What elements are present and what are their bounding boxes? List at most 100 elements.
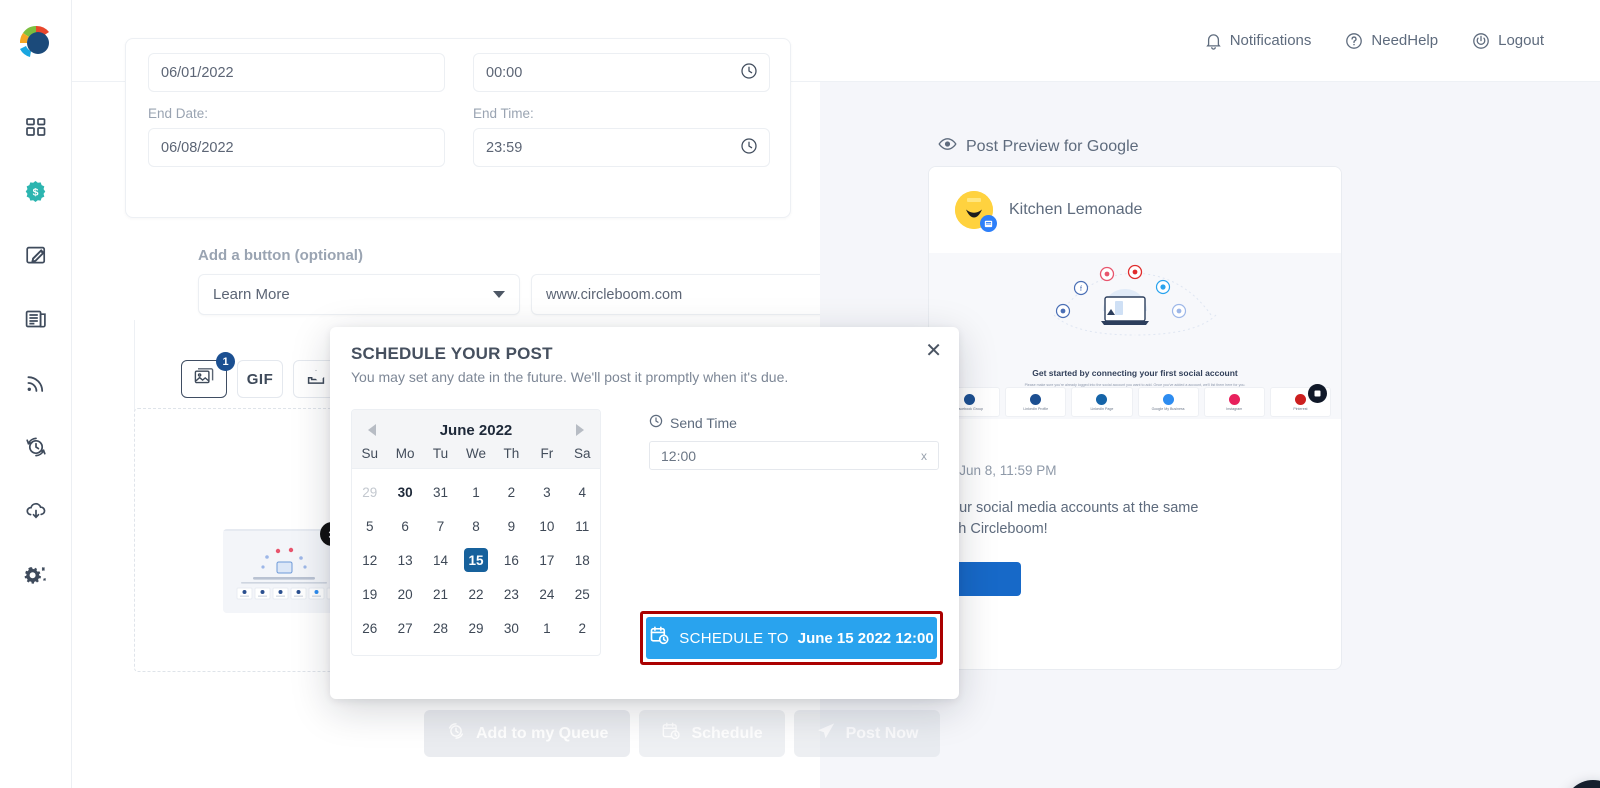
pencil-square-icon xyxy=(24,243,48,267)
calendar-day[interactable]: 14 xyxy=(423,543,458,577)
calendar-day[interactable]: 5 xyxy=(352,509,387,543)
list-item-label: LinkedIn Profile xyxy=(1023,407,1048,411)
cloud-download-icon xyxy=(24,500,48,522)
button-url-input[interactable]: www.circleboom.com xyxy=(531,274,848,315)
calendar-day[interactable]: 11 xyxy=(565,509,600,543)
button-type-value: Learn More xyxy=(213,286,290,303)
newspaper-icon xyxy=(24,308,48,330)
calendar-day[interactable]: 21 xyxy=(423,577,458,611)
add-to-queue-button[interactable]: Add to my Queue xyxy=(424,710,630,757)
end-date-input[interactable]: 06/08/2022 xyxy=(148,128,445,167)
start-time-input[interactable]: 00:00 xyxy=(473,53,770,92)
schedule-to-highlight: SCHEDULE TO June 15 2022 12:00 xyxy=(640,611,943,665)
list-item: LinkedIn Profile xyxy=(1005,387,1066,417)
calendar-day[interactable]: 20 xyxy=(387,577,422,611)
chevron-down-icon xyxy=(493,291,505,298)
calendar-day[interactable]: 15 xyxy=(458,543,493,577)
clock-icon[interactable] xyxy=(740,62,758,84)
eye-icon xyxy=(938,137,957,156)
calendar-prev-month-button[interactable] xyxy=(368,424,376,436)
media-tab-gif[interactable]: GIF xyxy=(237,360,283,398)
calendar-weekday-row: Su Mo Tu We Th Fr Sa xyxy=(352,444,600,468)
calendar-day[interactable]: 16 xyxy=(494,543,529,577)
schedule-label: Schedule xyxy=(691,725,762,743)
calendar-day[interactable]: 2 xyxy=(494,475,529,509)
calendar-day[interactable]: 30 xyxy=(494,611,529,645)
sidebar-nav: $ xyxy=(0,110,71,592)
calendar-day[interactable]: 22 xyxy=(458,577,493,611)
calendar-day[interactable]: 3 xyxy=(529,475,564,509)
power-icon xyxy=(1472,32,1490,50)
calendar-day[interactable]: 2 xyxy=(565,611,600,645)
end-time-input[interactable]: 23:59 xyxy=(473,128,770,167)
schedule-to-value: June 15 2022 12:00 xyxy=(798,630,934,647)
sidebar-item-rss[interactable] xyxy=(16,366,56,400)
schedule-button[interactable]: Schedule xyxy=(639,710,784,757)
calendar-day[interactable]: 17 xyxy=(529,543,564,577)
media-tab-gif-label: GIF xyxy=(247,371,274,388)
add-button-section: Add a button (optional) Learn More www.c… xyxy=(198,247,870,315)
sidebar-item-queue[interactable] xyxy=(16,430,56,464)
send-time-clear-button[interactable]: x xyxy=(921,449,927,463)
calendar-day[interactable]: 23 xyxy=(494,577,529,611)
calendar-day[interactable]: 31 xyxy=(423,475,458,509)
calendar-day[interactable]: 12 xyxy=(352,543,387,577)
sidebar-item-content[interactable] xyxy=(16,302,56,336)
preview-options-button[interactable] xyxy=(1308,384,1327,403)
calendar-day[interactable]: 19 xyxy=(352,577,387,611)
google-business-badge-icon xyxy=(980,215,997,232)
calendar-day[interactable]: 29 xyxy=(458,611,493,645)
button-type-select[interactable]: Learn More xyxy=(198,274,520,315)
add-to-queue-label: Add to my Queue xyxy=(476,725,608,743)
calendar-day[interactable]: 9 xyxy=(494,509,529,543)
need-help-link[interactable]: NeedHelp xyxy=(1345,32,1438,50)
preview-post-text-line2: ith Circleboom! xyxy=(951,519,1319,540)
calendar-day[interactable]: 13 xyxy=(387,543,422,577)
calendar-day[interactable]: 25 xyxy=(565,577,600,611)
send-time-input[interactable]: 12:00 x xyxy=(649,441,939,470)
calendar-day[interactable]: 28 xyxy=(423,611,458,645)
media-tab-image[interactable]: 1 xyxy=(181,360,227,398)
post-now-button[interactable]: Post Now xyxy=(794,710,941,757)
list-item-label: Instagram xyxy=(1226,407,1242,411)
calendar-next-month-button[interactable] xyxy=(576,424,584,436)
calendar-day[interactable]: 29 xyxy=(352,475,387,509)
end-time-value: 23:59 xyxy=(486,140,522,156)
sidebar-item-pricing[interactable]: $ xyxy=(16,174,56,208)
preview-cta-button[interactable] xyxy=(951,562,1021,596)
sidebar-item-cloud[interactable] xyxy=(16,494,56,528)
list-item: LinkedIn Page xyxy=(1071,387,1132,417)
instagram-icon xyxy=(1229,394,1240,405)
preview-post-date: - Jun 8, 11:59 PM xyxy=(951,463,1319,478)
logout-link[interactable]: Logout xyxy=(1472,32,1544,50)
app-logo-icon[interactable] xyxy=(16,22,56,62)
calendar-day[interactable]: 1 xyxy=(458,475,493,509)
calendar-day[interactable]: 18 xyxy=(565,543,600,577)
send-time-value: 12:00 xyxy=(661,448,696,464)
calendar-day[interactable]: 1 xyxy=(529,611,564,645)
sidebar-item-settings[interactable] xyxy=(16,558,56,592)
calendar-day[interactable]: 6 xyxy=(387,509,422,543)
schedule-to-button[interactable]: SCHEDULE TO June 15 2022 12:00 xyxy=(646,617,937,659)
start-date-value: 06/01/2022 xyxy=(161,65,234,81)
calendar-weekday: We xyxy=(458,446,493,461)
calendar-day[interactable]: 10 xyxy=(529,509,564,543)
calendar-day[interactable]: 30 xyxy=(387,475,422,509)
sidebar-item-dashboard[interactable] xyxy=(16,110,56,144)
notifications-link[interactable]: Notifications xyxy=(1205,32,1312,50)
clock-icon[interactable] xyxy=(740,137,758,159)
calendar-weekday: Tu xyxy=(423,446,458,461)
calendar-day[interactable]: 27 xyxy=(387,611,422,645)
calendar-day[interactable]: 4 xyxy=(565,475,600,509)
facebook-icon xyxy=(964,394,975,405)
start-date-input[interactable]: 06/01/2022 xyxy=(148,53,445,92)
list-item-label: Google My Business xyxy=(1152,407,1185,411)
modal-close-button[interactable]: ✕ xyxy=(925,341,942,361)
calendar-day[interactable]: 24 xyxy=(529,577,564,611)
calendar-day[interactable]: 7 xyxy=(423,509,458,543)
calendar-day[interactable]: 8 xyxy=(458,509,493,543)
modal-pointer-arrow xyxy=(308,371,330,382)
sidebar-item-create-post[interactable] xyxy=(16,238,56,272)
gears-icon xyxy=(23,564,48,586)
calendar-day[interactable]: 26 xyxy=(352,611,387,645)
